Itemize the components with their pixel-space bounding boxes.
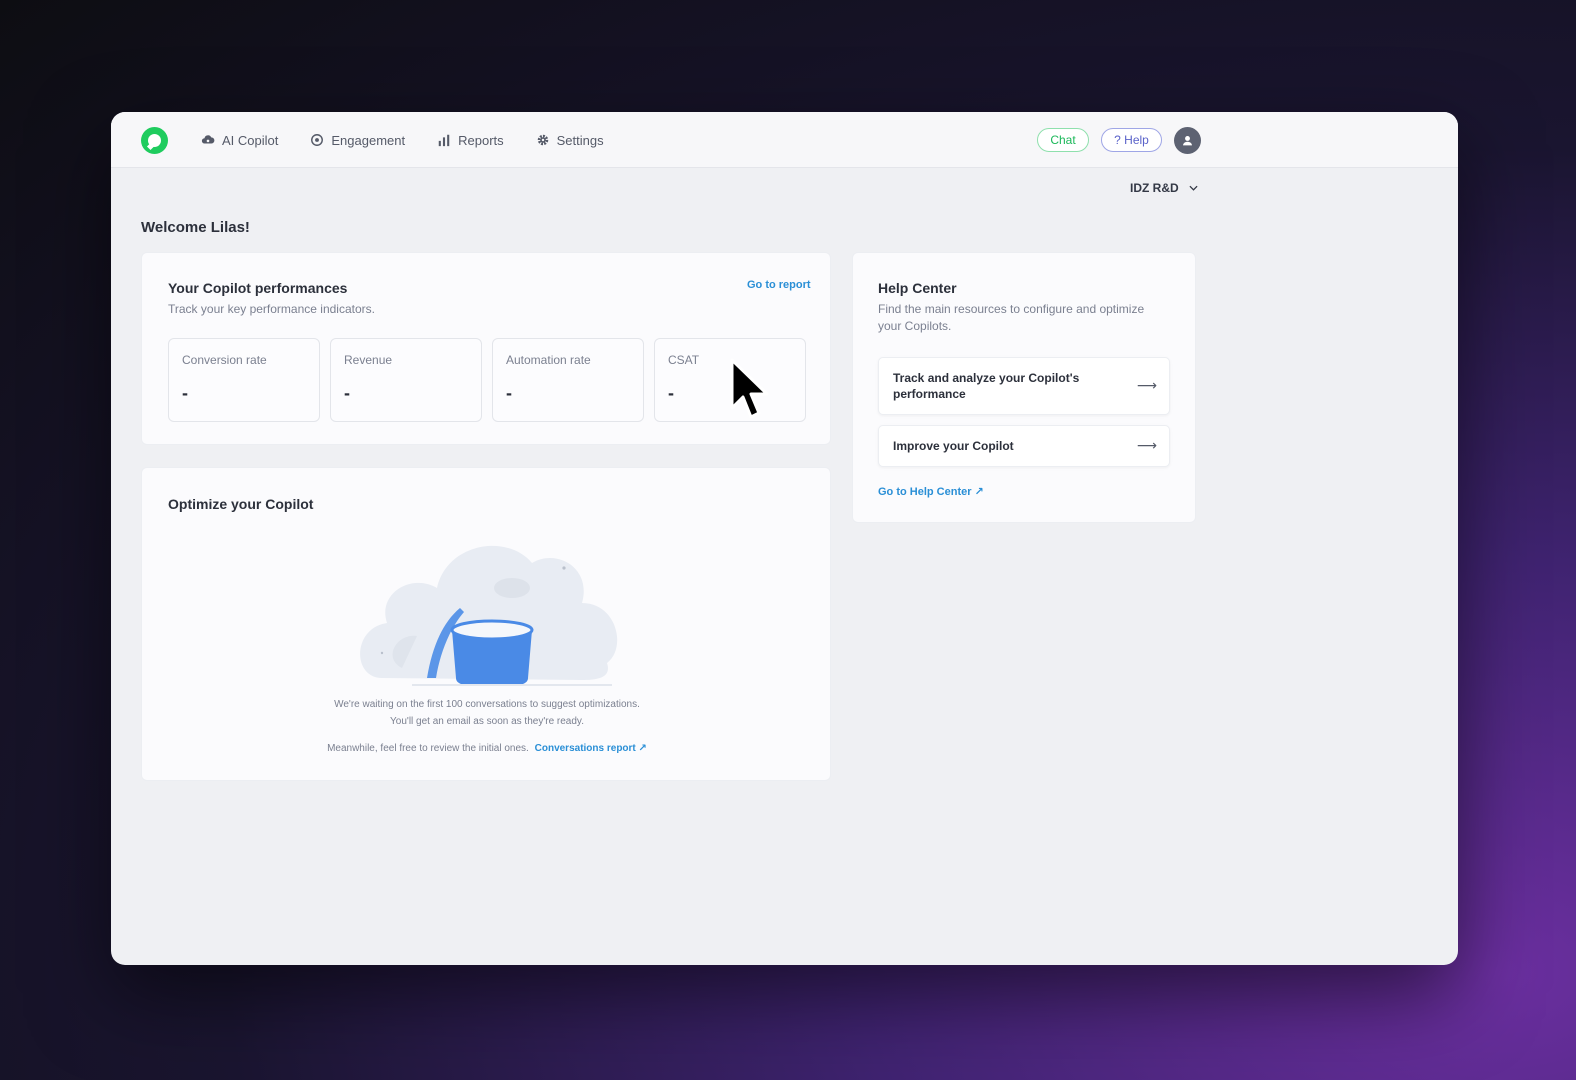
optimize-title: Optimize your Copilot xyxy=(168,496,314,512)
kpi-label: CSAT xyxy=(668,353,700,367)
gear-icon xyxy=(537,134,548,146)
performance-title: Your Copilot performances xyxy=(168,280,348,296)
chat-button[interactable]: Chat xyxy=(1037,128,1089,152)
arrow-right-icon: ⟶ xyxy=(1136,377,1157,393)
help-center-card: Help Center Find the main resources to c… xyxy=(852,252,1196,523)
nav-item-label: Reports xyxy=(458,132,504,148)
workspace-name: IDZ R&D xyxy=(1130,181,1179,195)
nav-item-ai-copilot[interactable]: AI Copilot xyxy=(201,133,278,148)
performance-subtitle: Track your key performance indicators. xyxy=(168,302,375,316)
optimize-message-line-3: Meanwhile, feel free to review the initi… xyxy=(327,743,529,754)
help-center-subtitle: Find the main resources to configure and… xyxy=(878,302,1145,333)
arrow-right-icon: ⟶ xyxy=(1136,437,1157,453)
cloud-icon xyxy=(201,135,215,144)
kpi-label: Automation rate xyxy=(506,353,591,367)
optimize-message-line-1: We're waiting on the first 100 conversat… xyxy=(334,699,640,710)
kpi-revenue: Revenue - xyxy=(330,338,482,422)
workspace-selector[interactable]: IDZ R&D xyxy=(1130,181,1198,195)
optimize-card: Optimize your Copilot We're waiting on t… xyxy=(141,467,831,781)
user-icon xyxy=(1183,136,1192,146)
kpi-label: Revenue xyxy=(344,353,393,367)
avatar[interactable] xyxy=(1174,127,1201,154)
performance-card: Your Copilot performances Track your key… xyxy=(141,252,831,445)
nav-item-label: Settings xyxy=(556,132,604,148)
brand-logo[interactable] xyxy=(141,127,168,154)
kpi-conversion-rate: Conversion rate - xyxy=(168,338,320,422)
help-center-title: Help Center xyxy=(878,280,957,296)
nav-item-settings[interactable]: Settings xyxy=(536,133,604,148)
help-item-label: Improve your Copilot xyxy=(893,439,1014,453)
optimize-message-line-2: You'll get an email as soon as they're r… xyxy=(390,716,584,727)
help-item-improve-copilot[interactable]: Improve your Copilot ⟶ xyxy=(878,425,1170,467)
go-to-report-link[interactable]: Go to report xyxy=(747,279,811,291)
help-item-label: Track and analyze your Copilot's perform… xyxy=(893,371,1080,401)
nav-item-engagement[interactable]: Engagement xyxy=(310,133,405,148)
optimize-message-line-3-wrapper: Meanwhile, feel free to review the initi… xyxy=(142,740,832,757)
kpi-value: - xyxy=(668,383,674,403)
top-navigation-bar: AI Copilot Engagement Reports Settings C… xyxy=(111,112,1458,168)
nav-item-label: AI Copilot xyxy=(222,132,279,148)
nav-item-reports[interactable]: Reports xyxy=(437,133,504,148)
kpi-value: - xyxy=(182,383,188,403)
main-nav: AI Copilot Engagement Reports Settings xyxy=(201,112,604,168)
kpi-automation-rate: Automation rate - xyxy=(492,338,644,422)
kpi-value: - xyxy=(344,383,350,403)
mouse-pointer-icon xyxy=(730,358,769,419)
page-title: Welcome Lilas! xyxy=(141,219,250,236)
help-item-track-performance[interactable]: Track and analyze your Copilot's perform… xyxy=(878,357,1170,415)
app-window: AI Copilot Engagement Reports Settings C… xyxy=(111,112,1458,965)
bar-chart-icon xyxy=(438,134,450,147)
target-icon xyxy=(311,134,324,146)
go-to-help-center-link[interactable]: Go to Help Center ↗ xyxy=(878,485,984,498)
help-button[interactable]: ? Help xyxy=(1101,128,1162,152)
chevron-down-icon xyxy=(1189,185,1198,191)
kpi-value: - xyxy=(506,383,512,403)
kpi-label: Conversion rate xyxy=(182,353,267,367)
conversations-report-link[interactable]: Conversations report ↗ xyxy=(535,743,647,754)
empty-state-illustration xyxy=(360,545,618,686)
nav-item-label: Engagement xyxy=(331,132,406,148)
